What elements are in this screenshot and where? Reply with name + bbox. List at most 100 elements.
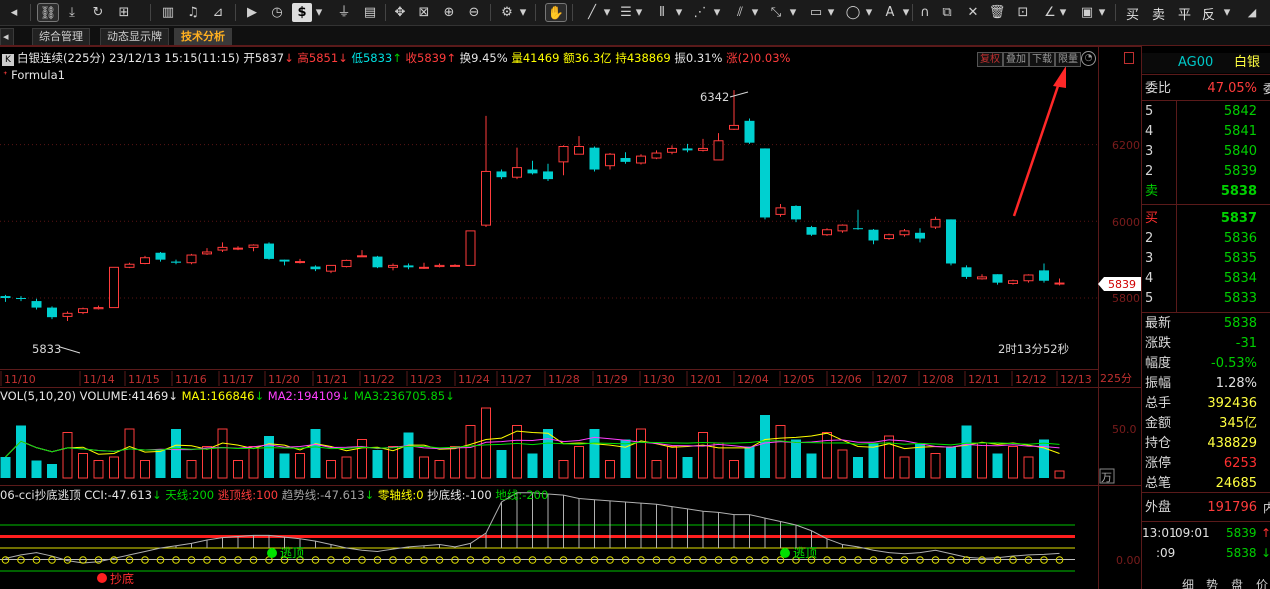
date-tick: 11/27 <box>500 373 532 386</box>
trend-tab[interactable]: 势 <box>1206 576 1218 589</box>
volume-bar <box>140 460 150 479</box>
candle-body <box>496 171 507 178</box>
candle-body <box>543 171 553 180</box>
tick-arrow: ↓ <box>1261 546 1270 560</box>
candle-body <box>341 259 352 268</box>
volume-bar <box>744 446 755 478</box>
more-icon[interactable]: ◢ <box>1242 3 1262 22</box>
volume-bar <box>512 425 522 479</box>
cci-trend-arrow: ↓ <box>364 488 375 502</box>
close-value: 收5839 <box>405 51 447 65</box>
high-label-connector <box>729 91 749 98</box>
tick-row: 13:01 09:01 5839 ↑ <box>1142 526 1270 544</box>
volume-bar <box>760 415 770 478</box>
disk-tab[interactable]: 盘 <box>1231 576 1243 589</box>
candle-body <box>217 246 228 251</box>
candle-body <box>434 264 445 268</box>
quote-info-line: K 白银连续(225分) 23/12/13 15:15(11:15) 开5837↓… <box>0 50 790 66</box>
volume-bar <box>279 453 290 478</box>
bid-level-value: 5835 <box>1223 251 1257 266</box>
volume-bar <box>465 425 476 479</box>
limit-button[interactable]: 限量 <box>1055 52 1081 67</box>
escape-top-dot <box>780 548 790 558</box>
panel-toggle-icon[interactable] <box>1124 52 1134 64</box>
volume-bar <box>806 453 817 478</box>
volume-ma3-arrow: ↓ <box>445 389 455 403</box>
volume-bar <box>698 432 708 479</box>
volume-bar <box>47 464 57 478</box>
clock-icon[interactable]: ◔ <box>1081 51 1096 66</box>
candle-body <box>295 261 305 264</box>
escape-top-dot <box>267 548 277 558</box>
ask-level-label: 卖 <box>1145 184 1159 199</box>
bid-level-label: 买 <box>1145 211 1159 226</box>
escape-top-label: 逃顶 <box>793 546 817 560</box>
date-tick: 11/10 <box>4 373 36 386</box>
candle-body <box>729 124 739 130</box>
volume-bar <box>419 456 429 479</box>
date-tick: 12/08 <box>922 373 954 386</box>
volume-bar <box>527 453 538 478</box>
stat-row-label: 总笔 <box>1145 476 1172 491</box>
formula-label: ᐩ Formula1 <box>3 68 65 82</box>
volume-bar <box>186 460 197 479</box>
bottom-buy-label: 抄底 <box>110 571 134 586</box>
volume-bar <box>822 432 832 479</box>
volume-bar <box>791 439 801 478</box>
open-value: 开5837 <box>243 51 285 65</box>
volume-bar <box>326 460 336 479</box>
candle-body <box>264 243 274 259</box>
candle-body <box>574 146 584 155</box>
candle-body <box>233 247 243 250</box>
divider <box>1142 312 1270 313</box>
stat-row-label: 幅度 <box>1145 356 1172 371</box>
price-tab[interactable]: 价 <box>1256 576 1268 589</box>
overlay-button[interactable]: 叠加 <box>1003 52 1029 67</box>
low-price-label: 5833 <box>32 342 61 356</box>
candle-body <box>109 266 119 309</box>
volume-bar <box>1023 456 1034 479</box>
overflow-char: 内 <box>1263 501 1270 515</box>
sell-button[interactable]: 卖 <box>1152 4 1165 23</box>
date-tick: 12/12 <box>1015 373 1047 386</box>
outer-disk-row: 外盘 191796 内 <box>1142 498 1270 518</box>
volume-bar <box>605 460 615 479</box>
volume-bar <box>264 436 274 478</box>
volume-tick: 50.0 <box>1112 423 1137 436</box>
tick-row: :09 5838 ↓ <box>1142 546 1270 564</box>
volume-bar <box>977 442 987 479</box>
candle-body <box>961 267 972 277</box>
candle-body <box>1023 274 1034 282</box>
candle-body <box>0 296 11 298</box>
date-tick: 11/20 <box>268 373 300 386</box>
bid-level: 3 5835 <box>1142 249 1270 269</box>
date-tick: 12/13 <box>1060 373 1092 386</box>
candle-body <box>16 298 26 299</box>
bid-level-value: 5837 <box>1220 211 1257 226</box>
candle-body <box>946 219 956 264</box>
dropdown-icon[interactable]: ▾ <box>1222 3 1232 22</box>
volume-bar <box>667 446 677 479</box>
volume-bar <box>915 443 925 478</box>
candle-body <box>248 244 259 248</box>
volume-bar <box>295 453 305 479</box>
candle-body <box>713 140 724 161</box>
close-position-button[interactable]: 平 <box>1178 4 1191 23</box>
instrument-header: AG00 白银 <box>1142 53 1270 73</box>
download-button[interactable]: 下载 <box>1029 52 1055 67</box>
reverse-button[interactable]: 反 <box>1202 4 1215 23</box>
ask-level-label: 5 <box>1145 104 1154 119</box>
formula-name: Formula1 <box>11 68 65 82</box>
volume-bar <box>574 446 584 479</box>
cci-ground-line: 地线:-200 <box>495 488 549 502</box>
detail-tab[interactable]: 细 <box>1182 576 1194 589</box>
volume-bar <box>946 446 956 478</box>
tick-time: 13:01 <box>1142 526 1177 540</box>
candle-body <box>140 257 150 264</box>
stat-row: 最新 5838 <box>1142 314 1270 334</box>
date-tick: 12/06 <box>830 373 862 386</box>
stat-row: 幅度 -0.53% <box>1142 354 1270 374</box>
stat-row-value: 5838 <box>1223 316 1257 331</box>
restore-rights-button[interactable]: 复权 <box>977 52 1003 67</box>
candle-body <box>78 308 88 314</box>
